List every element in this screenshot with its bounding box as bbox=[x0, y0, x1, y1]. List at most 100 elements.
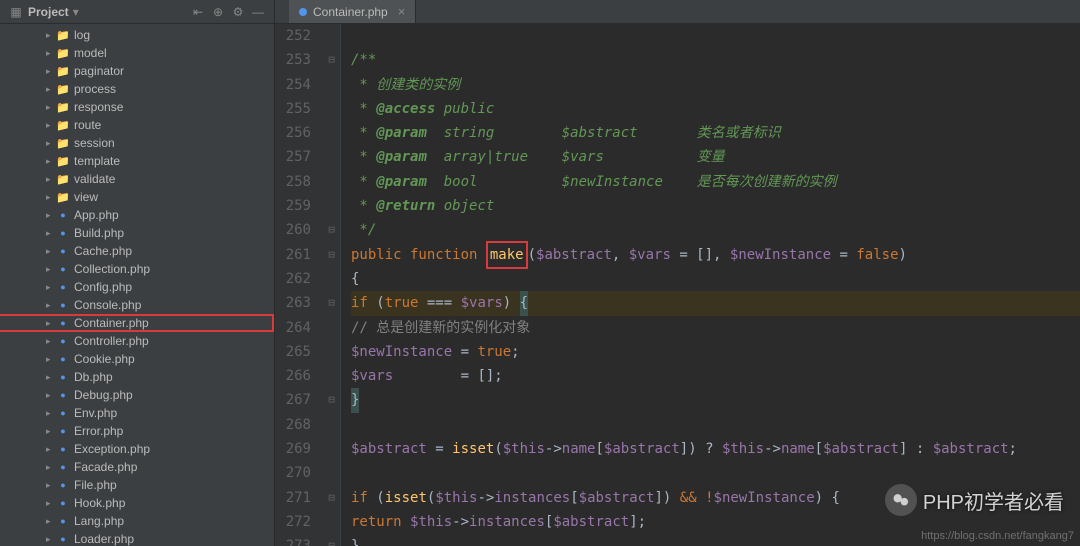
fold-marker bbox=[323, 121, 340, 145]
code-line[interactable]: { bbox=[351, 267, 1080, 291]
minimize-icon[interactable]: — bbox=[250, 4, 266, 20]
fold-marker[interactable]: ⊟ bbox=[323, 48, 340, 72]
code-line[interactable]: /** bbox=[351, 48, 1080, 72]
tree-item-process[interactable]: ▸📁process bbox=[0, 80, 274, 98]
chevron-right-icon[interactable]: ▸ bbox=[46, 516, 56, 527]
chevron-right-icon[interactable]: ▸ bbox=[46, 174, 56, 185]
tree-item-config-php[interactable]: ▸●Config.php bbox=[0, 278, 274, 296]
tree-item-file-php[interactable]: ▸●File.php bbox=[0, 476, 274, 494]
tree-item-response[interactable]: ▸📁response bbox=[0, 98, 274, 116]
tree-item-cache-php[interactable]: ▸●Cache.php bbox=[0, 242, 274, 260]
code-line[interactable]: $vars = []; bbox=[351, 364, 1080, 388]
tree-item-db-php[interactable]: ▸●Db.php bbox=[0, 368, 274, 386]
tree-item-label: model bbox=[74, 46, 107, 60]
code-line[interactable] bbox=[351, 413, 1080, 437]
close-icon[interactable]: × bbox=[398, 4, 406, 19]
chevron-right-icon[interactable]: ▸ bbox=[46, 498, 56, 509]
chevron-right-icon[interactable]: ▸ bbox=[46, 66, 56, 77]
tree-item-facade-php[interactable]: ▸●Facade.php bbox=[0, 458, 274, 476]
code-line[interactable]: * @param array|true $vars 变量 bbox=[351, 145, 1080, 169]
chevron-right-icon[interactable]: ▸ bbox=[46, 354, 56, 365]
chevron-right-icon[interactable]: ▸ bbox=[46, 30, 56, 41]
tree-item-exception-php[interactable]: ▸●Exception.php bbox=[0, 440, 274, 458]
code-line[interactable]: if (isset($this->instances[$abstract]) &… bbox=[351, 486, 1080, 510]
tree-item-route[interactable]: ▸📁route bbox=[0, 116, 274, 134]
chevron-right-icon[interactable]: ▸ bbox=[46, 390, 56, 401]
tree-item-loader-php[interactable]: ▸●Loader.php bbox=[0, 530, 274, 546]
tree-item-hook-php[interactable]: ▸●Hook.php bbox=[0, 494, 274, 512]
code-line[interactable]: */ bbox=[351, 218, 1080, 242]
code-line[interactable]: * @return object bbox=[351, 194, 1080, 218]
chevron-right-icon[interactable]: ▸ bbox=[46, 462, 56, 473]
chevron-right-icon[interactable]: ▸ bbox=[46, 480, 56, 491]
chevron-right-icon[interactable]: ▸ bbox=[46, 300, 56, 311]
tree-item-model[interactable]: ▸📁model bbox=[0, 44, 274, 62]
fold-marker[interactable]: ⊟ bbox=[323, 291, 340, 315]
chevron-right-icon[interactable]: ▸ bbox=[46, 534, 56, 545]
code-line[interactable] bbox=[351, 24, 1080, 48]
chevron-right-icon[interactable]: ▸ bbox=[46, 264, 56, 275]
chevron-right-icon[interactable]: ▸ bbox=[46, 156, 56, 167]
tree-item-cookie-php[interactable]: ▸●Cookie.php bbox=[0, 350, 274, 368]
code-line[interactable]: $abstract = isset($this->name[$abstract]… bbox=[351, 437, 1080, 461]
tree-item-error-php[interactable]: ▸●Error.php bbox=[0, 422, 274, 440]
tree-item-console-php[interactable]: ▸●Console.php bbox=[0, 296, 274, 314]
tree-item-session[interactable]: ▸📁session bbox=[0, 134, 274, 152]
code-editor[interactable]: 2522532542552562572582592602612622632642… bbox=[275, 24, 1080, 546]
chevron-right-icon[interactable]: ▸ bbox=[46, 282, 56, 293]
fold-marker[interactable]: ⊟ bbox=[323, 243, 340, 267]
tab-container-php[interactable]: Container.php × bbox=[289, 0, 416, 23]
tree-item-log[interactable]: ▸📁log bbox=[0, 26, 274, 44]
php-file-icon: ● bbox=[56, 514, 70, 528]
tree-item-app-php[interactable]: ▸●App.php bbox=[0, 206, 274, 224]
chevron-right-icon[interactable]: ▸ bbox=[46, 372, 56, 383]
chevron-right-icon[interactable]: ▸ bbox=[46, 192, 56, 203]
tree-item-debug-php[interactable]: ▸●Debug.php bbox=[0, 386, 274, 404]
tree-item-controller-php[interactable]: ▸●Controller.php bbox=[0, 332, 274, 350]
chevron-right-icon[interactable]: ▸ bbox=[46, 318, 56, 329]
fold-marker[interactable]: ⊟ bbox=[323, 486, 340, 510]
tree-item-env-php[interactable]: ▸●Env.php bbox=[0, 404, 274, 422]
tree-item-container-php[interactable]: ▸●Container.php bbox=[0, 314, 274, 332]
tree-item-paginator[interactable]: ▸📁paginator bbox=[0, 62, 274, 80]
fold-marker[interactable]: ⊟ bbox=[323, 534, 340, 546]
gear-icon[interactable]: ⚙ bbox=[230, 4, 246, 20]
collapse-icon[interactable]: ⇤ bbox=[190, 4, 206, 20]
code-line[interactable]: public function make($abstract, $vars = … bbox=[351, 243, 1080, 267]
code-line[interactable]: // 总是创建新的实例化对象 bbox=[351, 316, 1080, 340]
code-line[interactable]: $newInstance = true; bbox=[351, 340, 1080, 364]
tree-item-template[interactable]: ▸📁template bbox=[0, 152, 274, 170]
chevron-right-icon[interactable]: ▸ bbox=[46, 444, 56, 455]
code-line[interactable]: * 创建类的实例 bbox=[351, 73, 1080, 97]
dropdown-icon[interactable]: ▾ bbox=[73, 5, 79, 19]
code-line[interactable]: } bbox=[351, 388, 1080, 412]
fold-gutter[interactable]: ⊟⊟⊟⊟⊟⊟⊟ bbox=[323, 24, 341, 546]
code-line[interactable] bbox=[351, 461, 1080, 485]
target-icon[interactable]: ⊕ bbox=[210, 4, 226, 20]
code-area[interactable]: /** * 创建类的实例 * @access public * @param s… bbox=[341, 24, 1080, 546]
chevron-right-icon[interactable]: ▸ bbox=[46, 48, 56, 59]
chevron-right-icon[interactable]: ▸ bbox=[46, 120, 56, 131]
tree-item-collection-php[interactable]: ▸●Collection.php bbox=[0, 260, 274, 278]
chevron-right-icon[interactable]: ▸ bbox=[46, 246, 56, 257]
fold-marker[interactable]: ⊟ bbox=[323, 388, 340, 412]
chevron-right-icon[interactable]: ▸ bbox=[46, 102, 56, 113]
chevron-right-icon[interactable]: ▸ bbox=[46, 84, 56, 95]
chevron-right-icon[interactable]: ▸ bbox=[46, 228, 56, 239]
php-file-icon: ● bbox=[56, 334, 70, 348]
chevron-right-icon[interactable]: ▸ bbox=[46, 138, 56, 149]
chevron-right-icon[interactable]: ▸ bbox=[46, 210, 56, 221]
code-line[interactable]: * @access public bbox=[351, 97, 1080, 121]
chevron-right-icon[interactable]: ▸ bbox=[46, 336, 56, 347]
chevron-right-icon[interactable]: ▸ bbox=[46, 408, 56, 419]
tree-item-validate[interactable]: ▸📁validate bbox=[0, 170, 274, 188]
code-line[interactable]: if (true === $vars) { bbox=[351, 291, 1080, 315]
tree-item-view[interactable]: ▸📁view bbox=[0, 188, 274, 206]
tree-item-build-php[interactable]: ▸●Build.php bbox=[0, 224, 274, 242]
project-tree[interactable]: ▸📁log▸📁model▸📁paginator▸📁process▸📁respon… bbox=[0, 24, 275, 546]
fold-marker[interactable]: ⊟ bbox=[323, 218, 340, 242]
code-line[interactable]: * @param string $abstract 类名或者标识 bbox=[351, 121, 1080, 145]
code-line[interactable]: * @param bool $newInstance 是否每次创建新的实例 bbox=[351, 170, 1080, 194]
chevron-right-icon[interactable]: ▸ bbox=[46, 426, 56, 437]
tree-item-lang-php[interactable]: ▸●Lang.php bbox=[0, 512, 274, 530]
